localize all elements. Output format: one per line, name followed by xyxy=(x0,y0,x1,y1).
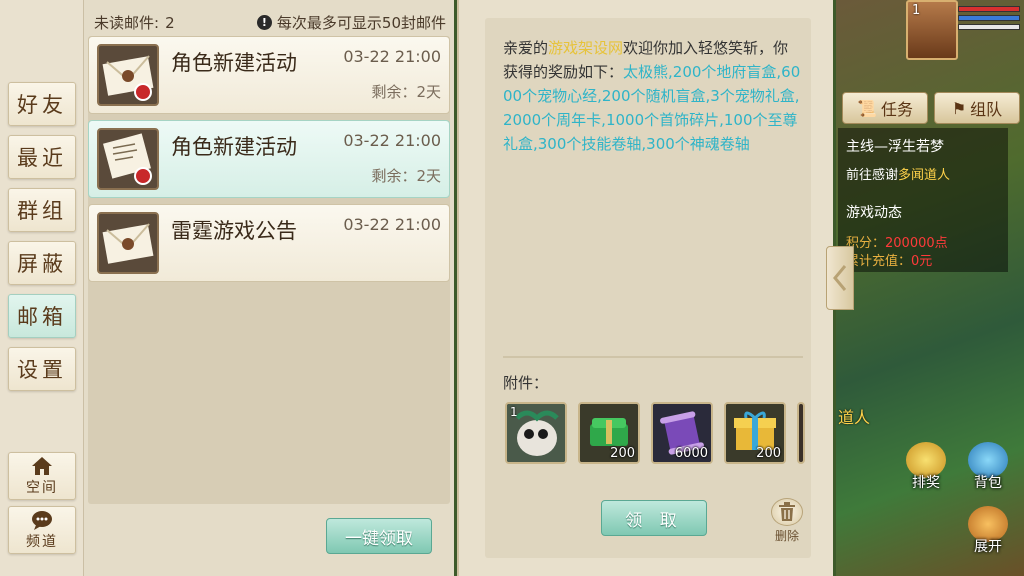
game-dynamics-title: 游戏动态 xyxy=(846,205,902,221)
attachment-count: 200 xyxy=(610,446,635,461)
exp-bar xyxy=(958,24,1020,30)
hp-bar xyxy=(958,6,1020,12)
tab-blocked[interactable]: 屏蔽 xyxy=(8,241,76,285)
flag-icon: ⚑ xyxy=(951,98,967,118)
trash-icon xyxy=(779,502,795,521)
attachment-slot-panda-pet[interactable]: 1 xyxy=(505,402,567,464)
envelope-open-icon xyxy=(97,128,159,190)
mail-title: 雷霆游戏公告 xyxy=(171,219,297,243)
attachment-badge: 1 xyxy=(510,405,518,419)
scroll-icon: 📜 xyxy=(857,98,877,118)
attachment-slot-partial[interactable] xyxy=(797,402,805,464)
mail-title: 角色新建活动 xyxy=(171,51,297,75)
mail-detail-panel: 亲爱的游戏架设网欢迎你加入轻悠笑斩，你获得的奖励如下：太极熊,200个地府盲盒,… xyxy=(457,0,833,576)
mail-item[interactable]: 角色新建活动 03-22 21:00 剩余：2天 xyxy=(88,36,450,114)
expand-button[interactable]: 展开 xyxy=(962,504,1014,556)
status-bars xyxy=(958,6,1020,33)
tab-settings[interactable]: 设置 xyxy=(8,347,76,391)
mail-date: 03-22 21:00 xyxy=(343,215,441,234)
mail-remaining-time: 剩余：2天 xyxy=(371,83,441,101)
exclamation-icon: ! xyxy=(256,15,272,30)
unread-count: 2 xyxy=(165,14,175,32)
attachments-label: 附件： xyxy=(503,374,549,392)
tab-groups[interactable]: 群组 xyxy=(8,188,76,232)
envelope-sealed-icon xyxy=(97,212,159,274)
delete-label: 删除 xyxy=(774,529,799,543)
mp-bar xyxy=(958,15,1020,21)
tab-recent[interactable]: 最近 xyxy=(8,135,76,179)
player-hud: 1 xyxy=(838,0,1024,86)
npc-name-label: 道人 xyxy=(838,408,871,427)
mail-item-selected[interactable]: 角色新建活动 03-22 21:00 剩余：2天 xyxy=(88,120,450,198)
main-quest-title: 主线—浮生若梦 xyxy=(846,139,944,155)
quest-button[interactable]: 📜 任务 xyxy=(842,92,928,124)
quest-tracker[interactable]: 主线—浮生若梦 前往感谢多闻道人 游戏动态 积分：200000点 累计充值：0元 xyxy=(838,128,1008,272)
attachment-slot-scroll[interactable]: 6000 xyxy=(651,402,713,464)
player-level: 1 xyxy=(912,3,921,18)
mail-remaining-time: 剩余：2天 xyxy=(371,167,441,185)
social-nav-column: 好友 最近 群组 屏蔽 邮箱 设置 空间 频道 xyxy=(0,0,84,576)
mail-title: 角色新建活动 xyxy=(171,135,297,159)
collapse-panel-button[interactable] xyxy=(826,246,854,310)
points-display: 积分：200000点 xyxy=(846,236,948,251)
team-button[interactable]: ⚑ 组队 xyxy=(934,92,1020,124)
mail-list[interactable]: 角色新建活动 03-22 21:00 剩余：2天 角色新建活动 03-22 21… xyxy=(88,36,450,504)
quest-objective: 前往感谢多闻道人 xyxy=(846,168,951,183)
site-name-highlight: 游戏架设网 xyxy=(548,39,624,57)
mail-date: 03-22 21:00 xyxy=(343,131,441,150)
chat-bubble-icon xyxy=(32,510,52,530)
attachment-slot-green-chest[interactable]: 200 xyxy=(578,402,640,464)
unread-mail-counter: 未读邮件: 2 xyxy=(94,14,175,32)
attachment-count: 200 xyxy=(756,446,781,461)
mail-list-panel: 未读邮件: 2 ! 每次最多可显示50封邮件 角色新建活动 03-22 21:00… xyxy=(84,0,454,576)
channel-label: 频道 xyxy=(26,533,58,550)
mail-body-text: 亲爱的游戏架设网欢迎你加入轻悠笑斩，你获得的奖励如下：太极熊,200个地府盲盒,… xyxy=(503,39,801,153)
bag-button[interactable]: 背包 xyxy=(962,440,1014,492)
attachment-count: 6000 xyxy=(674,446,708,461)
mail-content-area: 亲爱的游戏架设网欢迎你加入轻悠笑斩，你获得的奖励如下：太极熊,200个地府盲盒,… xyxy=(485,18,811,558)
mail-list-header: 未读邮件: 2 ! 每次最多可显示50封邮件 xyxy=(90,10,450,32)
quest-npc-name: 多闻道人 xyxy=(898,168,951,183)
claim-all-button[interactable]: 一键领取 xyxy=(326,518,432,554)
mail-item[interactable]: 雷霆游戏公告 03-22 21:00 xyxy=(88,204,450,282)
envelope-sealed-icon xyxy=(97,44,159,106)
player-avatar[interactable]: 1 xyxy=(906,0,958,60)
space-label: 空间 xyxy=(26,479,58,496)
tab-friends[interactable]: 好友 xyxy=(8,82,76,126)
recharge-display: 累计充值：0元 xyxy=(846,254,933,269)
chevron-left-icon xyxy=(833,265,847,291)
channel-button[interactable]: 频道 xyxy=(8,506,76,554)
receive-button[interactable]: 领 取 xyxy=(601,500,707,536)
divider xyxy=(503,356,803,358)
mail-limit-note: ! 每次最多可显示50封邮件 xyxy=(256,12,446,33)
tab-mailbox[interactable]: 邮箱 xyxy=(8,294,76,338)
delete-button[interactable]: 删除 xyxy=(767,498,807,544)
rank-reward-button[interactable]: 排奖 xyxy=(900,440,952,492)
mail-date: 03-22 21:00 xyxy=(343,47,441,66)
home-icon xyxy=(32,456,52,475)
attachment-slot-gift-box[interactable]: 200 xyxy=(724,402,786,464)
space-button[interactable]: 空间 xyxy=(8,452,76,500)
